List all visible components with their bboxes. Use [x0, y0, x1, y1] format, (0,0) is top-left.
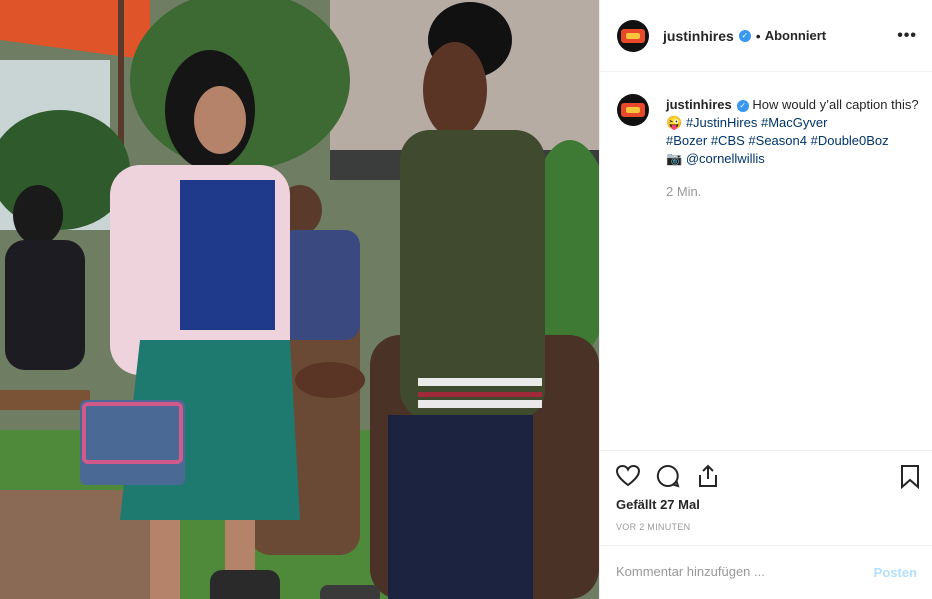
more-options-icon[interactable]: ••• [897, 27, 917, 45]
post-photo[interactable] [0, 0, 599, 599]
separator-dot: • [755, 27, 761, 44]
follow-status-button[interactable]: Abonniert [765, 28, 826, 43]
hashtag[interactable]: #Bozer [666, 133, 707, 148]
verified-badge-icon: ✓ [738, 29, 751, 42]
post-header: justinhires ✓ • Abonniert ••• [600, 0, 932, 72]
header-username[interactable]: justinhires [663, 28, 734, 44]
bookmark-icon[interactable] [897, 463, 923, 489]
hashtag[interactable]: #Double0Boz [811, 133, 889, 148]
avatar[interactable] [617, 19, 649, 52]
profile-logo-icon [621, 103, 645, 117]
heart-icon[interactable] [615, 463, 641, 489]
action-bar [600, 450, 932, 499]
likes-count[interactable]: Gefällt 27 Mal [616, 497, 700, 512]
verified-badge-icon: ✓ [736, 99, 749, 112]
post-timestamp: VOR 2 MINUTEN [616, 522, 691, 532]
mention-link[interactable]: @cornellwillis [686, 151, 765, 166]
post-comment-button[interactable]: Posten [874, 565, 917, 580]
hashtag[interactable]: #Season4 [748, 133, 807, 148]
comment-input[interactable] [616, 564, 856, 579]
caption-text: justinhires ✓ How would y’all caption thi… [666, 96, 926, 168]
profile-logo-icon [621, 28, 645, 43]
hashtag[interactable]: #MacGyver [761, 115, 827, 130]
caption-time: 2 Min. [666, 184, 702, 199]
hashtag[interactable]: #JustinHires [686, 115, 758, 130]
comment-bar: Posten [600, 545, 932, 599]
caption-avatar[interactable] [617, 94, 649, 126]
caption-username[interactable]: justinhires [666, 97, 732, 112]
post-side-panel: justinhires ✓ • Abonniert ••• justinhire… [599, 0, 932, 599]
hashtag[interactable]: #CBS [711, 133, 745, 148]
comment-icon[interactable] [655, 463, 681, 489]
share-icon[interactable] [695, 463, 721, 489]
camera-icon: 📷 [666, 151, 683, 166]
